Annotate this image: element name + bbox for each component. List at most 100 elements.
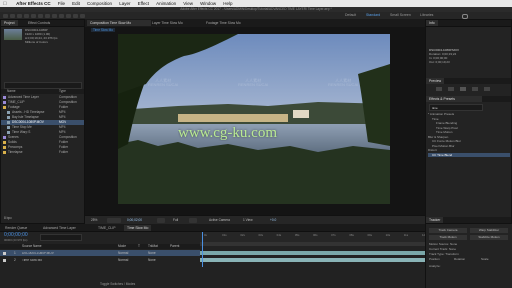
folder-icon bbox=[3, 106, 6, 109]
previous-frame-icon[interactable] bbox=[448, 87, 454, 91]
ruler-tick-label: 02s bbox=[240, 233, 245, 237]
tab-composition[interactable]: Composition Time Slow Mo bbox=[87, 20, 151, 26]
column-source-name[interactable]: Source Name bbox=[22, 244, 42, 248]
track-type-row[interactable]: Track Type: Transform bbox=[429, 252, 509, 256]
column-type[interactable]: Type bbox=[59, 89, 66, 94]
current-time-indicator[interactable] bbox=[202, 232, 203, 267]
column-t[interactable]: T bbox=[138, 244, 140, 248]
layer-bar[interactable] bbox=[200, 251, 425, 255]
exposure-value[interactable]: +0.0 bbox=[270, 218, 276, 223]
layer-mode[interactable]: Normal bbox=[118, 251, 128, 255]
timeline-search-input[interactable] bbox=[40, 234, 82, 241]
zoom-tool-icon[interactable] bbox=[24, 13, 29, 18]
tab-footage[interactable]: Footage Time Slow Mo bbox=[203, 20, 264, 26]
menu-effect[interactable]: Effect bbox=[138, 0, 149, 7]
camera-dropdown[interactable]: Active Camera bbox=[209, 218, 230, 223]
menu-composition[interactable]: Composition bbox=[87, 0, 112, 7]
composition-viewer[interactable]: Time Slow Mo 人人素材 RENREN SUCAI 人人素材 RENR… bbox=[85, 27, 425, 215]
stabilize-motion-button[interactable]: Stabilize Motion bbox=[470, 235, 508, 240]
track-motion-button[interactable]: Track Motion bbox=[429, 235, 467, 240]
menu-window[interactable]: Window bbox=[200, 0, 216, 7]
clone-tool-icon[interactable] bbox=[80, 13, 85, 18]
tab-tracker[interactable]: Tracker bbox=[426, 217, 444, 223]
workspace-libraries[interactable]: Libraries bbox=[420, 13, 433, 18]
menu-edit[interactable]: Edit bbox=[72, 0, 80, 7]
pen-tool-icon[interactable] bbox=[59, 13, 64, 18]
layer-bar[interactable] bbox=[200, 258, 425, 262]
mask-tool-icon[interactable] bbox=[52, 13, 57, 18]
tab-effect-controls[interactable]: Effect Controls bbox=[25, 20, 53, 26]
snapshot-icon[interactable] bbox=[157, 217, 165, 223]
table-row[interactable]: 2 Time Slow Mo Normal None bbox=[0, 257, 200, 263]
workspace-small-screen[interactable]: Small Screen bbox=[390, 13, 411, 18]
work-area-bar[interactable] bbox=[200, 242, 425, 246]
effects-search-input[interactable] bbox=[429, 104, 483, 111]
play-icon[interactable] bbox=[460, 87, 466, 91]
last-frame-icon[interactable] bbox=[484, 87, 490, 91]
workspace-standard[interactable]: Standard bbox=[366, 13, 380, 18]
first-frame-icon[interactable] bbox=[436, 87, 442, 91]
visibility-eye-icon[interactable] bbox=[3, 258, 6, 262]
type-tool-icon[interactable] bbox=[66, 13, 71, 18]
next-frame-icon[interactable] bbox=[472, 87, 478, 91]
comp-breadcrumb[interactable]: Time Slow Mo bbox=[91, 28, 116, 33]
visibility-eye-icon[interactable] bbox=[3, 251, 6, 255]
track-camera-button[interactable]: Track Camera bbox=[429, 228, 467, 233]
tab-layer[interactable]: Layer Time Slow Mo bbox=[149, 20, 205, 26]
ruler-tick-label: 07s bbox=[331, 233, 336, 237]
effects-item[interactable]: CC Time Blend bbox=[428, 152, 510, 157]
brush-tool-icon[interactable] bbox=[73, 13, 78, 18]
project-thumbnail bbox=[4, 29, 22, 40]
hand-tool-icon[interactable] bbox=[17, 13, 22, 18]
watermark: 人人素材 RENREN SUCAI bbox=[328, 78, 359, 87]
pan-behind-tool-icon[interactable] bbox=[45, 13, 50, 18]
tab-time-clip[interactable]: TIME_CLIP bbox=[95, 225, 119, 231]
table-row[interactable]: 1 DSC0004-1080P.MOV Normal None bbox=[0, 250, 200, 256]
motion-source-row[interactable]: Motion Source: None bbox=[429, 242, 509, 246]
current-time-display[interactable]: 0;00;02;00 bbox=[127, 218, 142, 223]
resolution-dropdown[interactable]: Full bbox=[173, 218, 178, 223]
column-trkmat[interactable]: TrkMat bbox=[148, 244, 158, 248]
bit-depth-toggle[interactable]: 8 bpc bbox=[4, 216, 12, 221]
warp-stabilizer-button[interactable]: Warp Stabilizer bbox=[470, 228, 508, 233]
position-checkbox[interactable]: Position bbox=[429, 257, 440, 261]
tab-preview[interactable]: Preview bbox=[426, 78, 445, 84]
menu-layer[interactable]: Layer bbox=[119, 0, 130, 7]
menu-view[interactable]: View bbox=[183, 0, 193, 7]
scale-checkbox[interactable]: Scale bbox=[481, 257, 489, 261]
list-item[interactable]: Timelapse Folder bbox=[1, 150, 84, 155]
column-parent[interactable]: Parent bbox=[170, 244, 179, 248]
layer-mode[interactable]: Normal bbox=[118, 258, 128, 262]
layer-name[interactable]: Time Slow Mo bbox=[22, 259, 112, 262]
tab-render-queue[interactable]: Render Queue bbox=[2, 225, 30, 231]
menu-file[interactable]: File bbox=[58, 0, 65, 7]
menu-animation[interactable]: Animation bbox=[156, 0, 176, 7]
tab-info[interactable]: Info bbox=[426, 20, 438, 26]
views-dropdown[interactable]: 1 View bbox=[243, 218, 253, 223]
time-ruler[interactable]: 0s01s02s03s04s05s06s07s08s09s10s11s12s bbox=[200, 232, 427, 242]
rotate-tool-icon[interactable] bbox=[31, 13, 36, 18]
layer-trkmat[interactable]: None bbox=[148, 258, 156, 262]
tab-time-slow-mo[interactable]: Time Slow Mo bbox=[124, 224, 152, 231]
layer-trkmat[interactable]: None bbox=[148, 251, 156, 255]
camera-tool-icon[interactable] bbox=[38, 13, 43, 18]
tab-effects-presets[interactable]: Effects & Presets bbox=[426, 96, 482, 102]
tab-advanced-time-layer[interactable]: Advanced Time Layer bbox=[40, 225, 79, 231]
column-name[interactable]: Name bbox=[7, 89, 16, 94]
menu-help[interactable]: Help bbox=[223, 0, 232, 7]
toggle-switches-modes[interactable]: Toggle Switches / Modes bbox=[100, 282, 135, 286]
selection-tool-icon[interactable] bbox=[10, 13, 15, 18]
menu-app-name[interactable]: After Effects CC bbox=[16, 0, 51, 7]
tab-project[interactable]: Project bbox=[1, 20, 18, 26]
zoom-dropdown[interactable]: 25% bbox=[91, 218, 97, 223]
column-mode[interactable]: Mode bbox=[118, 244, 126, 248]
project-search-input[interactable] bbox=[4, 82, 82, 89]
rotation-checkbox[interactable]: Rotation bbox=[454, 257, 465, 261]
workspace-default[interactable]: Default bbox=[345, 13, 356, 18]
home-tool-icon[interactable] bbox=[3, 13, 8, 18]
grid-toggle-icon[interactable] bbox=[107, 217, 121, 223]
layer-name[interactable]: DSC0004-1080P.MOV bbox=[22, 252, 112, 255]
current-track-row[interactable]: Current Track: None bbox=[429, 247, 509, 251]
region-of-interest-icon[interactable] bbox=[189, 217, 197, 223]
ruler-tick-label: 01s bbox=[222, 233, 227, 237]
